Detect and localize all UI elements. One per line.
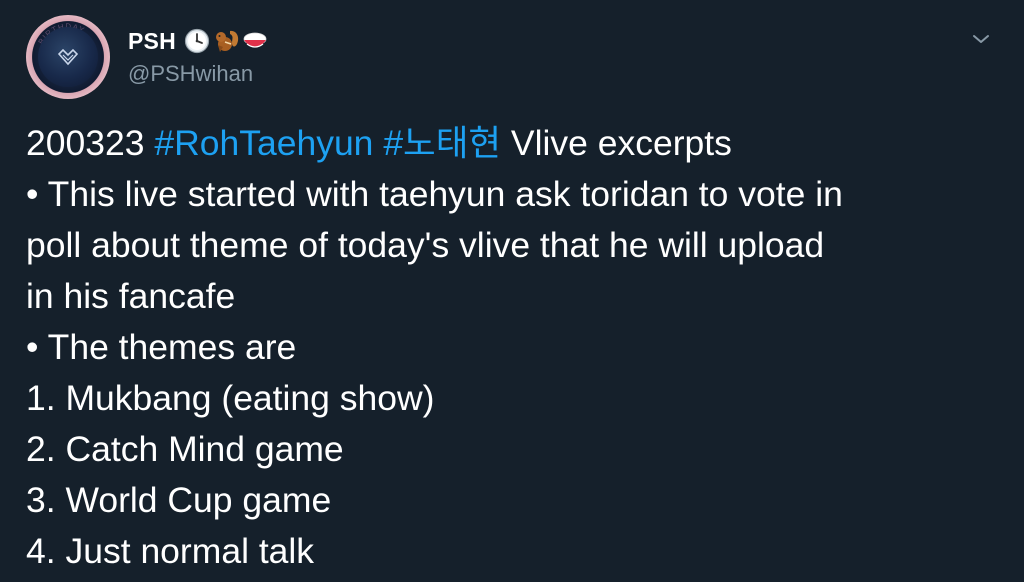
hashtag-korean-name[interactable]: #노태현 (383, 123, 501, 163)
display-name[interactable]: PSH (128, 28, 176, 55)
tweet-card: BIRTHDAY PSH (0, 0, 1024, 582)
clock-icon (184, 28, 210, 54)
tweet-line-1: 200323 #RohTaehyun #노태현 Vlive excerpts (26, 118, 1006, 169)
chevron-down-icon[interactable] (968, 26, 994, 52)
display-name-row: PSH (128, 26, 268, 56)
title-suffix: Vlive excerpts (510, 123, 732, 163)
heart-logo-icon (57, 48, 79, 66)
author-names: PSH @PSHwihan (128, 26, 268, 87)
tweet-line-9: 4. Just normal talk (26, 531, 315, 571)
tweet-line-8: 3. World Cup game (26, 480, 332, 520)
author-handle[interactable]: @PSHwihan (128, 61, 268, 87)
hashtag-rohtaehyun[interactable]: #RohTaehyun (154, 123, 373, 163)
date-text: 200323 (26, 123, 145, 163)
tweet-text: 200323 #RohTaehyun #노태현 Vlive excerpts •… (26, 118, 1006, 577)
tweet-line-7: 2. Catch Mind game (26, 429, 344, 469)
tweet-line-2: • This live started with taehyun ask tor… (26, 174, 843, 214)
avatar[interactable]: BIRTHDAY (26, 15, 110, 99)
chipmunk-icon (213, 28, 239, 54)
tweet-line-4: in his fancafe (26, 276, 236, 316)
tweet-line-6: 1. Mukbang (eating show) (26, 378, 435, 418)
tweet-line-5: • The themes are (26, 327, 297, 367)
tweet-line-3: poll about theme of today's vlive that h… (26, 225, 825, 265)
rice-bowl-icon (242, 28, 268, 54)
